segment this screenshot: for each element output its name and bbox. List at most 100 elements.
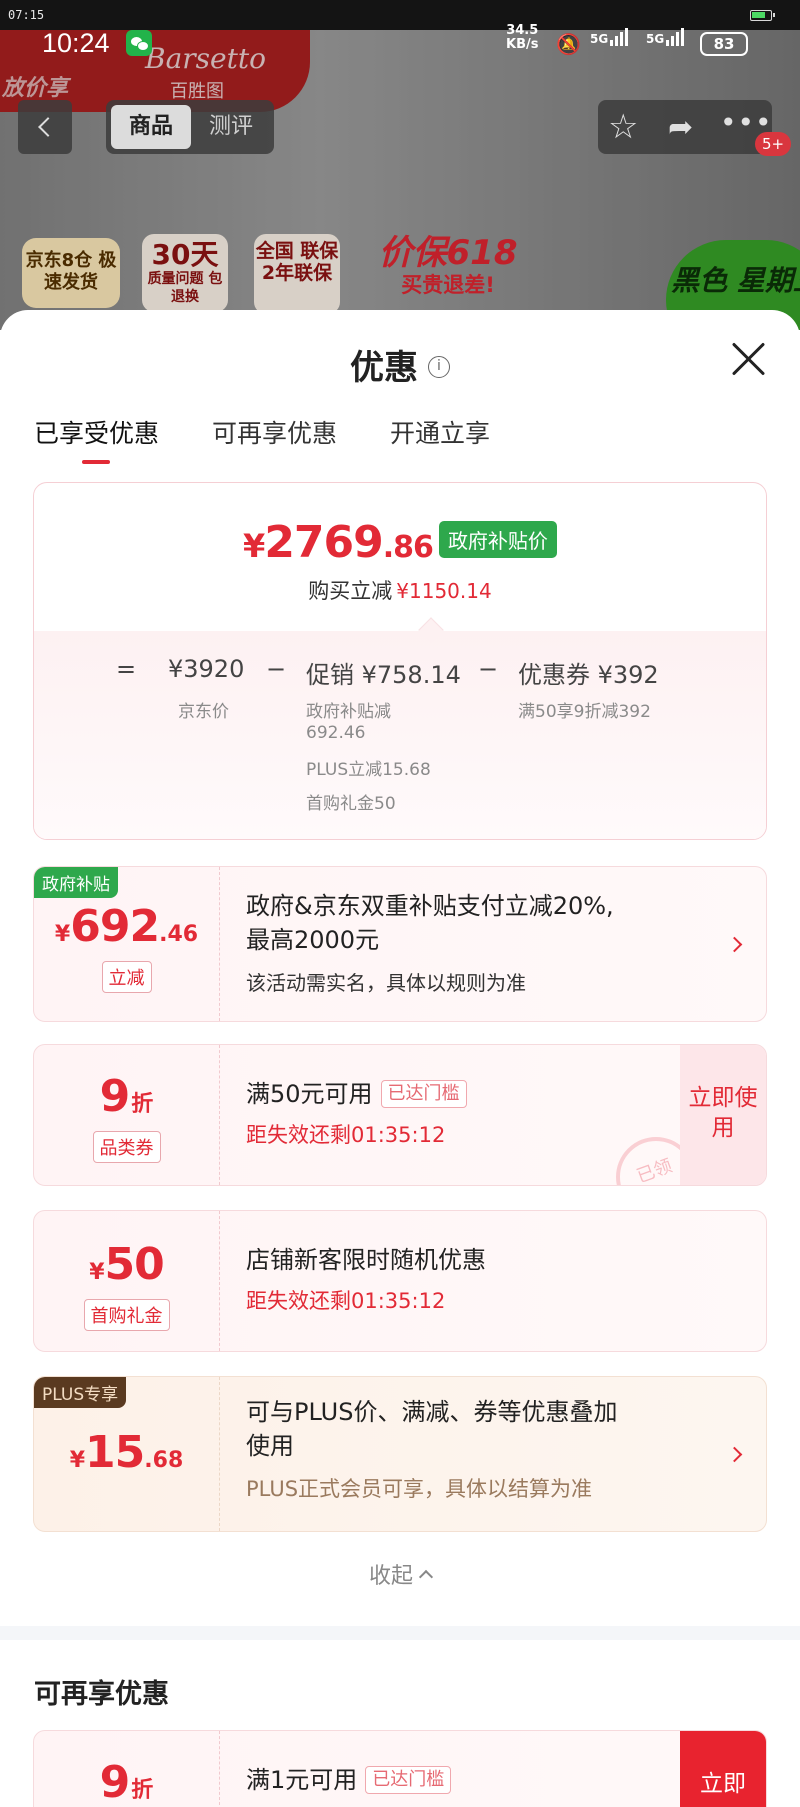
deal-title-line2: 最高2000元 bbox=[246, 926, 380, 954]
battery-level: 83 bbox=[700, 32, 748, 56]
promo-detail-plus: PLUS立减15.68 bbox=[306, 760, 431, 780]
coupon-detail: 满50享9折减392 bbox=[518, 702, 651, 722]
final-price-currency: ¥ bbox=[243, 527, 265, 565]
deal-title-text: 满1元可用 bbox=[246, 1766, 358, 1794]
promo-badge-warehouse: 京东8仓 极速发货 bbox=[22, 238, 120, 308]
deal-type-tag: 立减 bbox=[101, 961, 152, 993]
final-price: ¥2769.86 bbox=[243, 517, 434, 568]
deal-discount-unit: 折 bbox=[131, 1778, 154, 1803]
more-discounts-heading: 可再享优惠 bbox=[34, 1679, 169, 1710]
os-time: 07:15 bbox=[8, 8, 45, 22]
jd-price-label: 京东价 bbox=[178, 702, 229, 722]
collapse-button[interactable]: 收起 bbox=[0, 1558, 800, 1590]
final-price-row: ¥2769.86 政府补贴价 bbox=[34, 517, 766, 568]
price-summary-card: ¥2769.86 政府补贴价 购买立减 ¥1150.14 = ¥3920 京东价 −… bbox=[33, 482, 767, 840]
favorite-star-icon[interactable]: ☆ bbox=[608, 107, 638, 147]
deal-title-line1: 可与PLUS价、满减、券等优惠叠加 bbox=[246, 1398, 618, 1426]
deal-currency: ¥ bbox=[69, 1448, 86, 1473]
minus-sign: − bbox=[478, 655, 499, 683]
plus-exclusive-corner-tag: PLUS专享 bbox=[34, 1377, 127, 1408]
promo-return-text: 质量问题 包退换 bbox=[147, 271, 223, 305]
deal-type-tag: 品类券 bbox=[92, 1131, 161, 1163]
brand-slogan: 放价享 bbox=[2, 76, 69, 101]
deal-currency: ¥ bbox=[89, 1260, 105, 1285]
deal-amount-decimal: .68 bbox=[144, 1448, 184, 1473]
final-price-integer: 2769 bbox=[264, 517, 383, 568]
back-button[interactable] bbox=[18, 100, 72, 154]
deal-note: PLUS正式会员可享，具体以结算为准 bbox=[246, 1477, 593, 1501]
jd-price: ¥3920 bbox=[168, 655, 245, 683]
deal-card-more-coupon: 9折 满1元可用 已达门槛 立即 bbox=[33, 1730, 767, 1807]
promo-detail-first-buy: 首购礼金50 bbox=[306, 794, 396, 814]
section-divider bbox=[0, 1626, 800, 1640]
deal-title: 满1元可用 已达门槛 bbox=[246, 1763, 452, 1797]
reduction-label: 购买立减 bbox=[308, 579, 393, 603]
threshold-reached-badge: 已达门槛 bbox=[380, 1080, 467, 1108]
message-count-badge: 5+ bbox=[755, 132, 792, 156]
deal-countdown: 距失效还剩01:35:12 bbox=[246, 1123, 446, 1147]
deal-amount-integer: 692 bbox=[70, 901, 160, 952]
reduction-row: 购买立减 ¥1150.14 bbox=[34, 575, 766, 605]
deal-discount-value: 9 bbox=[99, 1071, 131, 1122]
deal-amount-panel: 9折 品类券 bbox=[34, 1045, 220, 1185]
os-status-bar: 07:15 bbox=[0, 0, 800, 30]
sheet-header: 优惠 i bbox=[0, 340, 800, 389]
tab-enjoyed-discounts[interactable]: 已享受优惠 bbox=[34, 414, 159, 450]
promo-detail-gov: 政府补贴减 bbox=[306, 702, 391, 722]
chevron-right-icon bbox=[726, 936, 743, 953]
reduction-amount: ¥1150.14 bbox=[396, 579, 492, 603]
deal-note: 该活动需实名，具体以规则为准 bbox=[246, 971, 526, 995]
use-now-button[interactable]: 立即 bbox=[680, 1731, 766, 1807]
use-now-button[interactable]: 立即使用 bbox=[680, 1045, 766, 1185]
gov-subsidy-price-tag: 政府补贴价 bbox=[438, 521, 557, 558]
share-icon[interactable]: ➦ bbox=[668, 108, 693, 148]
brand-name: Barsetto bbox=[145, 42, 266, 75]
deal-currency: ¥ bbox=[54, 922, 71, 947]
deal-card-first-buy-gift: ¥50 首购礼金 店铺新客限时随机优惠 距失效还剩01:35:12 bbox=[33, 1210, 767, 1352]
network-speed-unit: KB/s bbox=[506, 37, 539, 52]
mute-bell-icon: 🔕 bbox=[556, 32, 581, 56]
tab-review[interactable]: 测评 bbox=[191, 105, 271, 149]
promo-badge-price-protect: 价保618 买贵退差! bbox=[372, 234, 524, 306]
close-icon[interactable] bbox=[730, 340, 768, 378]
deal-amount-integer: 15 bbox=[85, 1427, 145, 1478]
chevron-right-icon bbox=[726, 1446, 743, 1463]
minus-sign: − bbox=[266, 655, 287, 683]
signal-sim2-icon: 5G bbox=[646, 28, 686, 46]
deal-amount-panel: 9折 bbox=[34, 1731, 220, 1807]
os-battery-icon bbox=[750, 10, 775, 21]
threshold-reached-badge: 已达门槛 bbox=[365, 1766, 452, 1794]
promo-price-protect-sub: 买贵退差! bbox=[401, 273, 495, 297]
final-price-decimal: .86 bbox=[382, 530, 434, 565]
discount-sheet: 优惠 i 已享受优惠 可再享优惠 开通立享 ¥2769.86 政府补贴价 购买立减 ¥… bbox=[0, 310, 800, 1807]
promo-badge-return: 30天 质量问题 包退换 bbox=[142, 234, 228, 312]
promo-badge-warranty: 全国 联保 2年联保 bbox=[254, 234, 340, 314]
tab-activate-discounts[interactable]: 开通立享 bbox=[390, 414, 490, 450]
top-right-toolbar: ☆ ➦ ••• bbox=[598, 100, 772, 154]
promo-detail-gov-value: 692.46 bbox=[306, 723, 366, 743]
deal-discount: 9折 bbox=[34, 1757, 219, 1807]
active-tab-indicator bbox=[82, 460, 110, 464]
deal-amount-panel: ¥50 首购礼金 bbox=[34, 1211, 220, 1351]
deal-card-category-coupon: 9折 品类券 满50元可用已达门槛 距失效还剩01:35:12 立即使用 bbox=[33, 1044, 767, 1186]
deal-card-gov-subsidy[interactable]: ¥692.46 立减 政府补贴 政府&京东双重补贴支付立减20%, 最高2000… bbox=[33, 866, 767, 1022]
equals-sign: = bbox=[116, 655, 137, 683]
chevron-up-icon bbox=[418, 1569, 434, 1585]
promotion-amount: 促销 ¥758.14 bbox=[306, 661, 461, 689]
deal-title-line1: 政府&京东双重补贴支付立减20%, bbox=[246, 892, 614, 920]
signal-sim1-icon: 5G bbox=[590, 28, 630, 46]
coupon-amount: 优惠券 ¥392 bbox=[518, 661, 659, 689]
tab-more-discounts[interactable]: 可再享优惠 bbox=[212, 414, 337, 450]
deal-discount: 9折 bbox=[34, 1071, 219, 1122]
info-icon[interactable]: i bbox=[428, 355, 450, 378]
deal-card-plus[interactable]: ¥15.68 PLUS专享 可与PLUS价、满减、券等优惠叠加 使用 PLUS正… bbox=[33, 1376, 767, 1532]
phone-clock: 10:24 bbox=[42, 28, 110, 58]
deal-discount-unit: 折 bbox=[131, 1092, 154, 1117]
tab-product[interactable]: 商品 bbox=[111, 105, 191, 149]
deal-title: 满50元可用 已达门槛 bbox=[246, 1077, 467, 1111]
sim2-network-type: 5G bbox=[646, 32, 665, 46]
deal-amount: ¥692.46 bbox=[34, 901, 219, 952]
promo-return-days: 30天 bbox=[151, 238, 219, 271]
sim1-network-type: 5G bbox=[590, 32, 609, 46]
collapse-label: 收起 bbox=[368, 1564, 413, 1589]
